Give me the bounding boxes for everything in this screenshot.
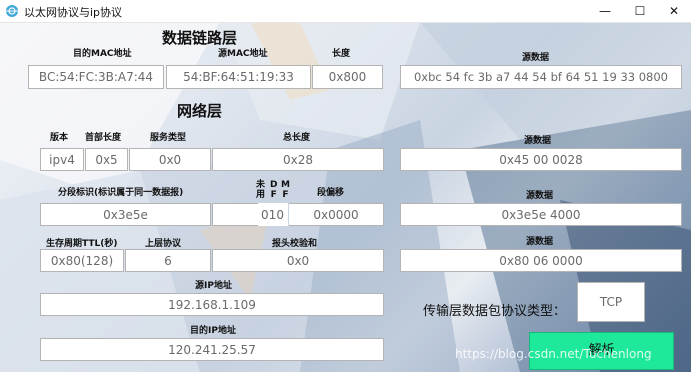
version-label: 版本	[50, 133, 69, 143]
dst-mac-field[interactable]: BC:54:FC:3B:A7:44	[28, 65, 164, 89]
length-field[interactable]: 0x800	[312, 65, 383, 89]
title-bar: 以太网协议与ip协议 — ☐ ✕	[0, 0, 691, 23]
close-button[interactable]: ✕	[657, 0, 691, 22]
src-mac-label: 源MAC地址	[218, 49, 268, 59]
fragment-id-field[interactable]: 0x3e5e	[40, 203, 211, 226]
flag-df-label: DF	[270, 180, 278, 200]
dst-mac-label: 目的MAC地址	[73, 49, 132, 59]
datalink-heading: 数据链路层	[162, 29, 238, 47]
dst-ip-field[interactable]: 120.241.25.57	[40, 338, 384, 361]
datalink-raw-field[interactable]: 0xbc 54 fc 3b a7 44 54 bf 64 51 19 33 08…	[400, 65, 682, 89]
protocol-field[interactable]: 6	[125, 249, 211, 272]
raw3-field[interactable]: 0x80 06 0000	[400, 249, 682, 272]
raw2-field[interactable]: 0x3e5e 4000	[400, 203, 682, 226]
raw1-field[interactable]: 0x45 00 0028	[400, 148, 682, 171]
protocol-label: 上层协议	[145, 239, 182, 249]
raw3-label: 源数据	[526, 237, 554, 247]
minimize-button[interactable]: —	[588, 0, 622, 22]
network-heading: 网络层	[177, 102, 223, 120]
flag-mf-label: MF	[281, 180, 290, 200]
header-length-label: 首部长度	[85, 133, 122, 143]
flag-unused-label: 未用	[256, 180, 266, 200]
app-icon	[6, 5, 18, 17]
watermark-text: https://blog.csdn.net/Tuchenlong	[455, 347, 652, 361]
ttl-field[interactable]: 0x80(128)	[40, 249, 124, 272]
service-type-field[interactable]: 0x0	[129, 148, 211, 171]
raw2-label: 源数据	[526, 191, 554, 201]
transport-protocol-label: 传输层数据包协议类型：	[423, 304, 567, 319]
checksum-field[interactable]: 0x0	[212, 249, 384, 272]
src-ip-field[interactable]: 192.168.1.109	[40, 293, 384, 316]
app-window: 以太网协议与ip协议 — ☐ ✕ 数据链路层 目的MAC地址 源MAC地址 长度…	[0, 0, 691, 372]
transport-protocol-field[interactable]: TCP	[577, 282, 645, 322]
src-mac-field[interactable]: 54:BF:64:51:19:33	[166, 65, 311, 89]
datalink-raw-label: 源数据	[522, 53, 550, 63]
dst-ip-label: 目的IP地址	[190, 326, 236, 336]
fragment-offset-label: 段偏移	[317, 188, 345, 198]
ttl-label: 生存周期TTL(秒)	[46, 239, 118, 249]
window-title: 以太网协议与ip协议	[24, 6, 123, 19]
header-length-field[interactable]: 0x5	[85, 148, 128, 171]
version-field[interactable]: ipv4	[40, 148, 84, 171]
total-length-field[interactable]: 0x28	[212, 148, 384, 171]
raw1-label: 源数据	[524, 136, 552, 146]
checksum-label: 报头校验和	[272, 239, 318, 249]
flags-field[interactable]: 010	[257, 203, 288, 226]
length-label: 长度	[332, 49, 351, 59]
fragment-id-label: 分段标识(标识属于同一数据报)	[58, 188, 184, 198]
maximize-button[interactable]: ☐	[623, 0, 657, 22]
total-length-label: 总长度	[283, 133, 311, 143]
fragment-gap-field	[212, 203, 258, 226]
fragment-offset-field[interactable]: 0x0000	[289, 203, 384, 226]
src-ip-label: 源IP地址	[195, 281, 232, 291]
service-type-label: 服务类型	[150, 133, 187, 143]
